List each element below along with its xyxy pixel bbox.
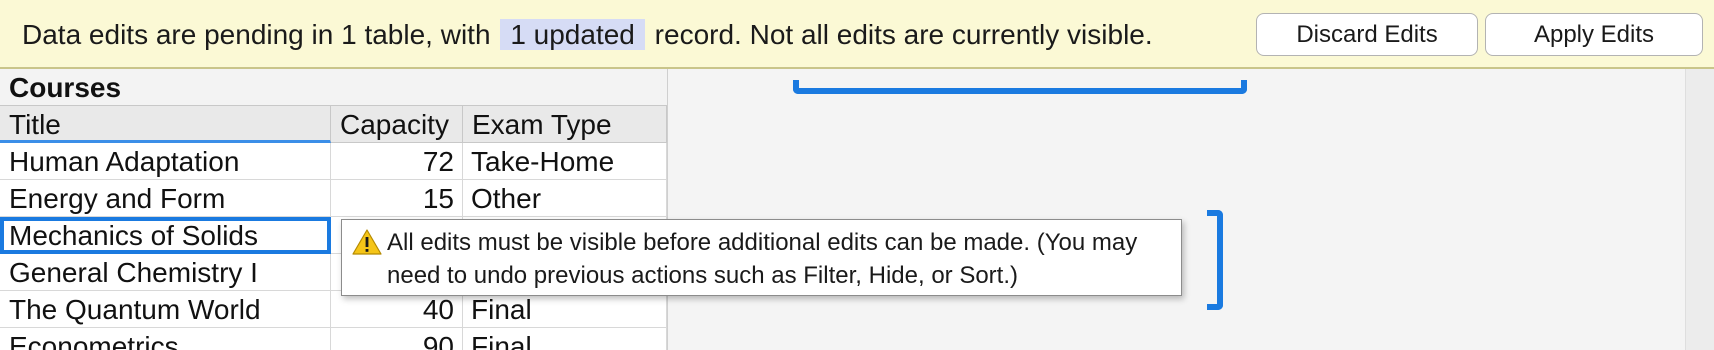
cell-title[interactable]: Human Adaptation xyxy=(0,143,331,180)
cell-capacity[interactable]: 72 xyxy=(331,143,463,180)
cell-exam-type[interactable]: Take-Home xyxy=(463,143,667,180)
cell-title[interactable]: Energy and Form xyxy=(0,180,331,217)
message-after: record. Not all edits are currently visi… xyxy=(654,19,1153,50)
column-header-title[interactable]: Title xyxy=(0,106,331,143)
table-row: Econometrics 90 Final xyxy=(0,328,667,350)
cell-capacity[interactable]: 90 xyxy=(331,328,463,350)
cell-title[interactable]: Econometrics xyxy=(0,328,331,350)
canvas-area xyxy=(667,69,1685,350)
cell-exam-type[interactable]: Final xyxy=(463,291,667,328)
column-header-exam-type[interactable]: Exam Type xyxy=(463,106,667,143)
courses-table: Courses Title Capacity Exam Type Human A… xyxy=(0,69,668,350)
cell-capacity[interactable]: 40 xyxy=(331,291,463,328)
cell-exam-type[interactable]: Other xyxy=(463,180,667,217)
edit-warning-tooltip: All edits must be visible before additio… xyxy=(341,219,1182,296)
apply-edits-button[interactable]: Apply Edits xyxy=(1485,13,1703,56)
tooltip-text: All edits must be visible before additio… xyxy=(387,229,1138,289)
pending-edits-banner: Data edits are pending in 1 table, with … xyxy=(0,0,1714,69)
pending-edits-message: Data edits are pending in 1 table, with … xyxy=(22,18,1153,52)
discard-edits-button[interactable]: Discard Edits xyxy=(1256,13,1478,56)
horizontal-bracket-shape[interactable] xyxy=(793,80,1247,94)
cell-title[interactable]: General Chemistry I xyxy=(0,254,331,291)
message-before: Data edits are pending in 1 table, with xyxy=(22,19,491,50)
table-title: Courses xyxy=(0,69,667,106)
updated-count-highlight[interactable]: 1 updated xyxy=(500,19,645,50)
cell-title[interactable]: The Quantum World xyxy=(0,291,331,328)
cell-capacity[interactable]: 15 xyxy=(331,180,463,217)
warning-icon xyxy=(352,229,382,255)
table-row: The Quantum World 40 Final xyxy=(0,291,667,328)
vertical-scrollbar[interactable] xyxy=(1685,69,1714,350)
cell-exam-type[interactable]: Final xyxy=(463,328,667,350)
vertical-bracket-shape[interactable] xyxy=(1207,210,1223,310)
table-row: Human Adaptation 72 Take-Home xyxy=(0,143,667,180)
cell-title-selected[interactable]: Mechanics of Solids xyxy=(0,217,331,254)
table-row: Energy and Form 15 Other xyxy=(0,180,667,217)
column-header-capacity[interactable]: Capacity xyxy=(331,106,463,143)
